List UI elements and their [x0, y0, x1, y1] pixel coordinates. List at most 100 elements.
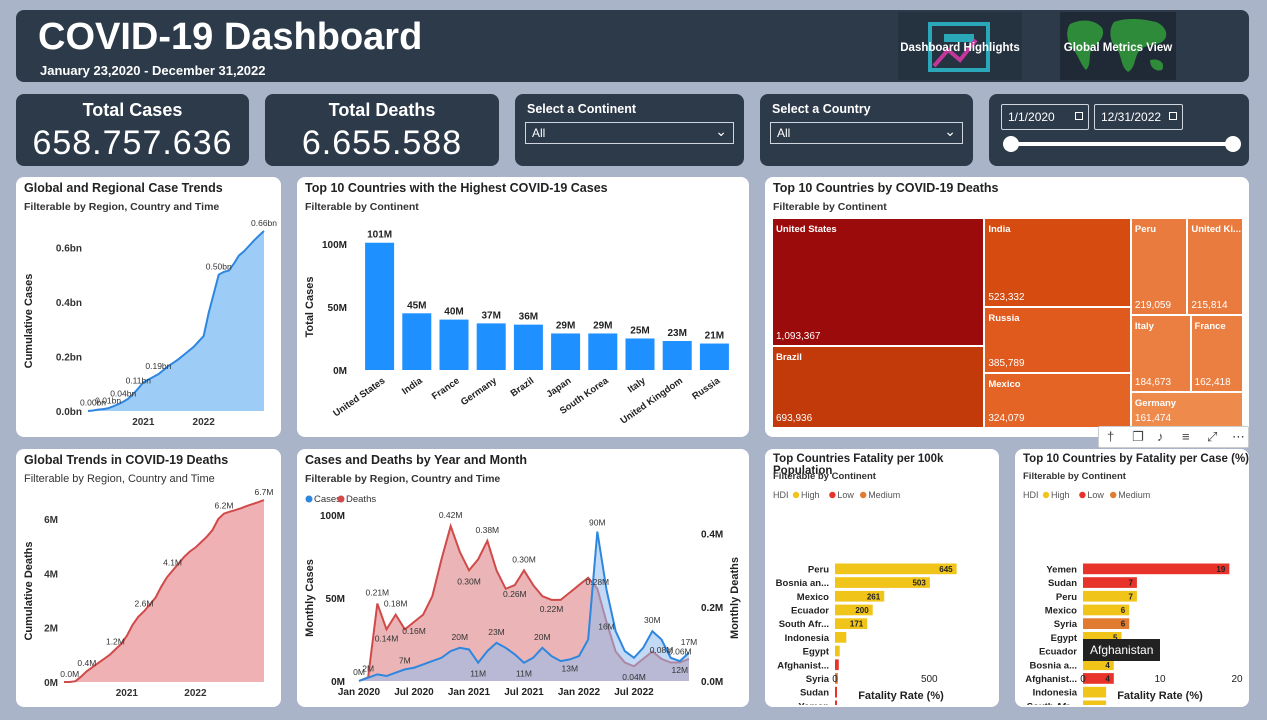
bar [476, 323, 506, 370]
category-label: Mexico [797, 592, 829, 603]
data-label: 23M [667, 328, 686, 339]
treemap-cell[interactable]: United States 1,093,367 [772, 218, 985, 347]
case-trends-card: Global and Regional Case Trends Filterab… [16, 177, 281, 437]
treemap-cell[interactable]: India 523,332 [984, 218, 1131, 308]
x-tick-label: Jan 2021 [448, 687, 491, 698]
legend-marker [829, 491, 836, 499]
global-metrics-button[interactable]: Global Metrics View [1060, 12, 1176, 80]
legend-marker [1042, 491, 1050, 499]
category-label: Bosnia a... [1029, 660, 1077, 671]
death-trends-chart: 0M 2M 4M 6M 2021 2022 0.0M0.4M 1.2M 2.6M 4.1M 6.2M… [23, 489, 273, 699]
bar [551, 333, 581, 370]
header-banner: COVID-19 Dashboard January 23,2020 - Dec… [16, 10, 1249, 82]
y-tick-label-left: 100M [320, 511, 345, 522]
data-label: 0.21M [366, 588, 390, 598]
end-date-input[interactable]: 12/31/2022 [1094, 104, 1183, 130]
chevron-down-icon: ⌄ [715, 123, 727, 139]
bell-icon[interactable]: ♪ [1157, 429, 1164, 444]
cases-deaths-monthly-card: Cases and Deaths by Year and Month Filte… [297, 449, 749, 707]
treemap-cell-value: 162,418 [1194, 377, 1231, 389]
x-tick-label: Jan 2022 [558, 687, 601, 698]
treemap-cell[interactable]: Italy 184,673 [1130, 314, 1191, 393]
chart-title: Global Trends in COVID-19 Deaths [24, 453, 229, 467]
y-tick-label: 50M [328, 303, 347, 314]
copy-icon[interactable]: ❐ [1132, 429, 1144, 445]
y-tick-label: 0M [44, 678, 58, 689]
data-label: 40M [444, 307, 463, 318]
treemap-cell-label: Italy [1134, 320, 1154, 332]
treemap-cell[interactable]: Russia 385,789 [984, 307, 1131, 373]
x-tick-label: France [430, 375, 462, 402]
legend-label: High [801, 490, 820, 500]
data-label: 0.42M [439, 510, 463, 520]
legend-marker [1079, 491, 1086, 499]
treemap-cell[interactable]: Mexico 324,079 [984, 372, 1131, 428]
treemap-cell-value: 184,673 [1134, 377, 1172, 389]
data-label: 0.04M [622, 672, 646, 682]
treemap-cell-value: 385,789 [988, 357, 1025, 369]
legend-label: Low [1087, 490, 1104, 500]
data-label: 30M [644, 615, 661, 625]
y-axis-title: Total Cases [304, 277, 316, 338]
fatality-per-case-card: Top 10 Countries by Fatality per Case (%… [1015, 449, 1249, 707]
chart-title: Top 10 Countries with the Highest COVID-… [305, 181, 608, 195]
data-label: 13M [562, 663, 579, 673]
pin-icon[interactable]: † [1107, 429, 1114, 444]
bar [365, 242, 395, 370]
data-label: 0.18M [384, 599, 408, 609]
data-label: 16M [598, 622, 615, 632]
category-label: Afghanist... [1025, 674, 1077, 685]
country-dropdown[interactable]: All ⌄ [770, 122, 963, 144]
treemap-cell-label: India [988, 224, 1011, 235]
x-tick-label: United Kingdom [619, 375, 685, 426]
dashboard-highlights-button[interactable]: Dashboard Highlights [898, 12, 1022, 80]
start-date-input[interactable]: 1/1/2020 [1001, 104, 1089, 130]
treemap-cell[interactable]: France 162,418 [1190, 314, 1243, 393]
tooltip: Afghanistan [1083, 639, 1161, 661]
y-tick-label: 100M [322, 240, 347, 251]
x-tick-label: 20 [1231, 674, 1243, 685]
x-tick-label: Jul 2022 [614, 687, 654, 698]
bar [662, 341, 692, 370]
data-label: 0.66bn [251, 218, 277, 228]
start-date-value: 1/1/2020 [1008, 110, 1055, 124]
focus-icon[interactable]: ⤢ [1207, 429, 1217, 445]
x-tick-label: Russia [690, 375, 722, 402]
x-tick-label: Japan [545, 375, 574, 400]
filter-icon[interactable]: ≡ [1182, 429, 1190, 444]
treemap-cell-value: 161,474 [1134, 412, 1172, 424]
data-label: 4 [1105, 674, 1110, 683]
date-slider-start-handle[interactable] [1003, 136, 1019, 152]
y-tick-label: 6M [44, 515, 58, 526]
data-label: 503 [912, 579, 926, 588]
data-label: 4.1M [163, 558, 182, 568]
data-label: 171 [850, 620, 864, 629]
treemap-cell[interactable]: Peru 219,059 [1130, 218, 1188, 315]
date-slider-track[interactable] [1011, 142, 1233, 146]
continent-dropdown[interactable]: All ⌄ [525, 122, 734, 144]
total-deaths-card: Total Deaths 6.655.588 [265, 94, 499, 166]
area-fill [64, 500, 264, 682]
total-cases-value: 658.757.636 [32, 124, 233, 162]
y-axis-title-right: Monthly Deaths [729, 557, 741, 639]
data-label: 645 [939, 565, 953, 574]
data-label: 0.22M [540, 604, 564, 614]
chart-subtitle: Filterable by Continent [1023, 471, 1126, 482]
legend-title: HDI [1023, 490, 1039, 500]
treemap-cell[interactable]: United Ki... 215,814 [1187, 218, 1243, 315]
page-title: COVID-19 Dashboard [38, 16, 423, 58]
date-slider-end-handle[interactable] [1225, 136, 1241, 152]
total-cases-card: Total Cases 658.757.636 [16, 94, 249, 166]
treemap-cell[interactable]: Brazil 693,936 [772, 346, 985, 428]
treemap-cell-value: 693,936 [776, 412, 813, 424]
case-trends-chart: 0.0bn0.2bn0.4bn0.6bn2021 20220.00bn0.01bn… [23, 218, 277, 428]
category-label: Yemen [1046, 564, 1077, 575]
more-icon[interactable]: ⋯ [1232, 429, 1245, 445]
treemap-cell[interactable]: Germany 161,474 [1130, 392, 1243, 428]
chart-subtitle: Filterable by Region, Country and Time [24, 201, 220, 213]
x-tick-label: 0 [1080, 674, 1086, 685]
treemap-cell-value: 324,079 [988, 412, 1025, 424]
legend-marker-deaths [337, 495, 345, 503]
bar [835, 659, 839, 671]
bar [1083, 563, 1230, 575]
